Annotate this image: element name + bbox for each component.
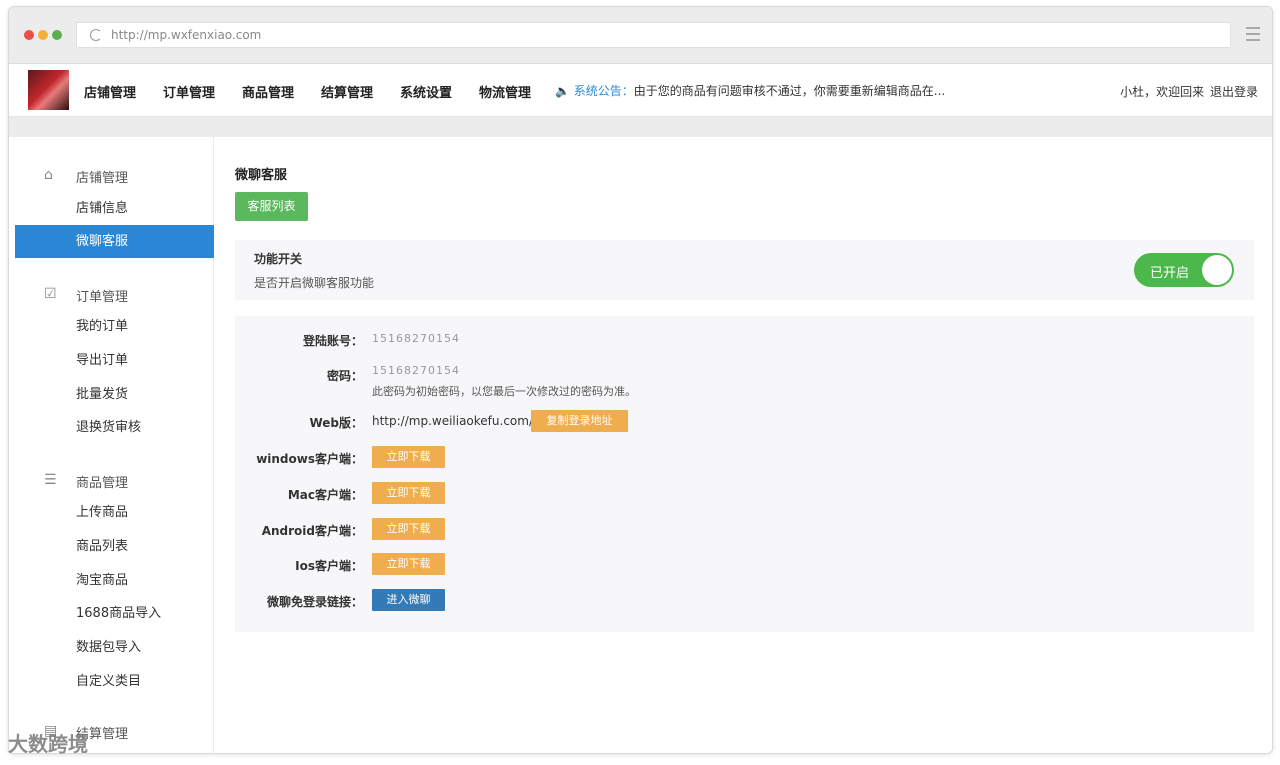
sidebar: ⌂ 店铺管理 店铺信息 微聊客服 ☑ 订单管理 我的订单 导出订单 批量发货 退… <box>15 137 214 753</box>
switch-description: 是否开启微聊客服功能 <box>254 276 375 290</box>
store-logo[interactable] <box>28 70 69 110</box>
web-label: Web版： <box>309 416 363 430</box>
feature-toggle[interactable]: 已开启 <box>1134 253 1234 287</box>
enter-weiliao-button[interactable]: 进入微聊 <box>372 589 445 611</box>
nav-logistics-management[interactable]: 物流管理 <box>479 82 531 101</box>
browser-window: http://mp.wxfenxiao.com 店铺管理 订单管理 商品管理 结… <box>8 6 1273 754</box>
sidebar-item-export-orders[interactable]: 导出订单 <box>15 344 214 377</box>
sidebar-item-upload-product[interactable]: 上传商品 <box>15 496 214 529</box>
switch-title: 功能开关 <box>254 252 303 266</box>
android-client-label: Android客户端： <box>261 524 363 538</box>
home-icon: ⌂ <box>44 167 53 183</box>
windows-client-label: windows客户端： <box>256 452 363 466</box>
notice-label: 系统公告： <box>573 84 634 98</box>
sidebar-item-datapack-import[interactable]: 数据包导入 <box>15 631 214 664</box>
sidebar-item-taobao-products[interactable]: 淘宝商品 <box>15 564 214 597</box>
address-text: http://mp.wxfenxiao.com <box>111 28 262 42</box>
service-list-button[interactable]: 客服列表 <box>235 192 308 221</box>
sidebar-item-weiliao-service[interactable]: 微聊客服 <box>15 225 214 258</box>
sidebar-item-batch-ship[interactable]: 批量发货 <box>15 378 214 411</box>
main-content: 微聊客服 客服列表 功能开关 是否开启微聊客服功能 已开启 登陆账号： 1516… <box>214 137 1272 753</box>
reload-icon[interactable] <box>90 29 102 41</box>
nav-product-management[interactable]: 商品管理 <box>242 82 294 101</box>
nav-settlement-management[interactable]: 结算管理 <box>321 82 373 101</box>
windows-download-button[interactable]: 立即下载 <box>372 446 445 468</box>
toggle-state-label: 已开启 <box>1150 266 1190 281</box>
greeting-text: 小杜，欢迎回来 <box>1120 85 1205 99</box>
top-navigation: 店铺管理 订单管理 商品管理 结算管理 系统设置 物流管理 🔈 系统公告：由于您… <box>9 64 1272 117</box>
feature-switch-panel: 功能开关 是否开启微聊客服功能 已开启 <box>235 240 1254 300</box>
android-download-button[interactable]: 立即下载 <box>372 518 445 540</box>
account-value: 15168270154 <box>372 332 460 345</box>
nav-store-management[interactable]: 店铺管理 <box>84 82 136 101</box>
account-info-panel: 登陆账号： 15168270154 密码： 15168270154 此密码为初始… <box>235 316 1254 632</box>
toggle-knob <box>1202 255 1232 285</box>
browser-chrome: http://mp.wxfenxiao.com <box>9 7 1272 64</box>
speaker-icon: 🔈 <box>555 84 570 98</box>
page-title: 微聊客服 <box>235 168 288 183</box>
address-bar[interactable]: http://mp.wxfenxiao.com <box>76 22 1231 48</box>
close-window-icon[interactable] <box>24 30 34 40</box>
notice-text: 由于您的商品有问题审核不通过，你需要重新编辑商品在... <box>633 84 946 98</box>
clipboard-check-icon: ☑ <box>44 286 57 302</box>
mac-client-label: Mac客户端： <box>287 488 363 502</box>
sidebar-item-1688-import[interactable]: 1688商品导入 <box>15 597 214 630</box>
ios-download-button[interactable]: 立即下载 <box>372 553 445 575</box>
minimize-window-icon[interactable] <box>38 30 48 40</box>
sidebar-item-store-info[interactable]: 店铺信息 <box>15 192 214 225</box>
password-note: 此密码为初始密码，以您最后一次修改过的密码为准。 <box>372 385 636 398</box>
watermark: 大数跨境 <box>8 732 88 756</box>
account-label: 登陆账号： <box>302 334 363 348</box>
ios-client-label: Ios客户端： <box>295 559 363 573</box>
copy-login-url-button[interactable]: 复制登录地址 <box>531 410 628 432</box>
header-divider <box>9 117 1272 137</box>
mac-download-button[interactable]: 立即下载 <box>372 482 445 504</box>
nav-system-settings[interactable]: 系统设置 <box>400 82 452 101</box>
sidebar-item-return-review[interactable]: 退换货审核 <box>15 411 214 444</box>
maximize-window-icon[interactable] <box>52 30 62 40</box>
user-info: 小杜，欢迎回来 退出登录 <box>1118 83 1258 100</box>
database-icon: ☰ <box>44 472 57 488</box>
logout-link[interactable]: 退出登录 <box>1210 85 1258 99</box>
hamburger-menu-icon[interactable] <box>1246 27 1260 45</box>
nologin-link-label: 微聊免登录链接： <box>266 595 363 609</box>
nav-order-management[interactable]: 订单管理 <box>163 82 215 101</box>
sidebar-item-product-list[interactable]: 商品列表 <box>15 530 214 563</box>
password-label: 密码： <box>326 369 363 383</box>
web-url[interactable]: http://mp.weiliaokefu.com/ <box>372 414 533 428</box>
sidebar-item-my-orders[interactable]: 我的订单 <box>15 310 214 343</box>
system-notice[interactable]: 🔈 系统公告：由于您的商品有问题审核不通过，你需要重新编辑商品在... <box>555 82 945 99</box>
sidebar-item-custom-category[interactable]: 自定义类目 <box>15 665 214 698</box>
password-value: 15168270154 <box>372 364 460 377</box>
